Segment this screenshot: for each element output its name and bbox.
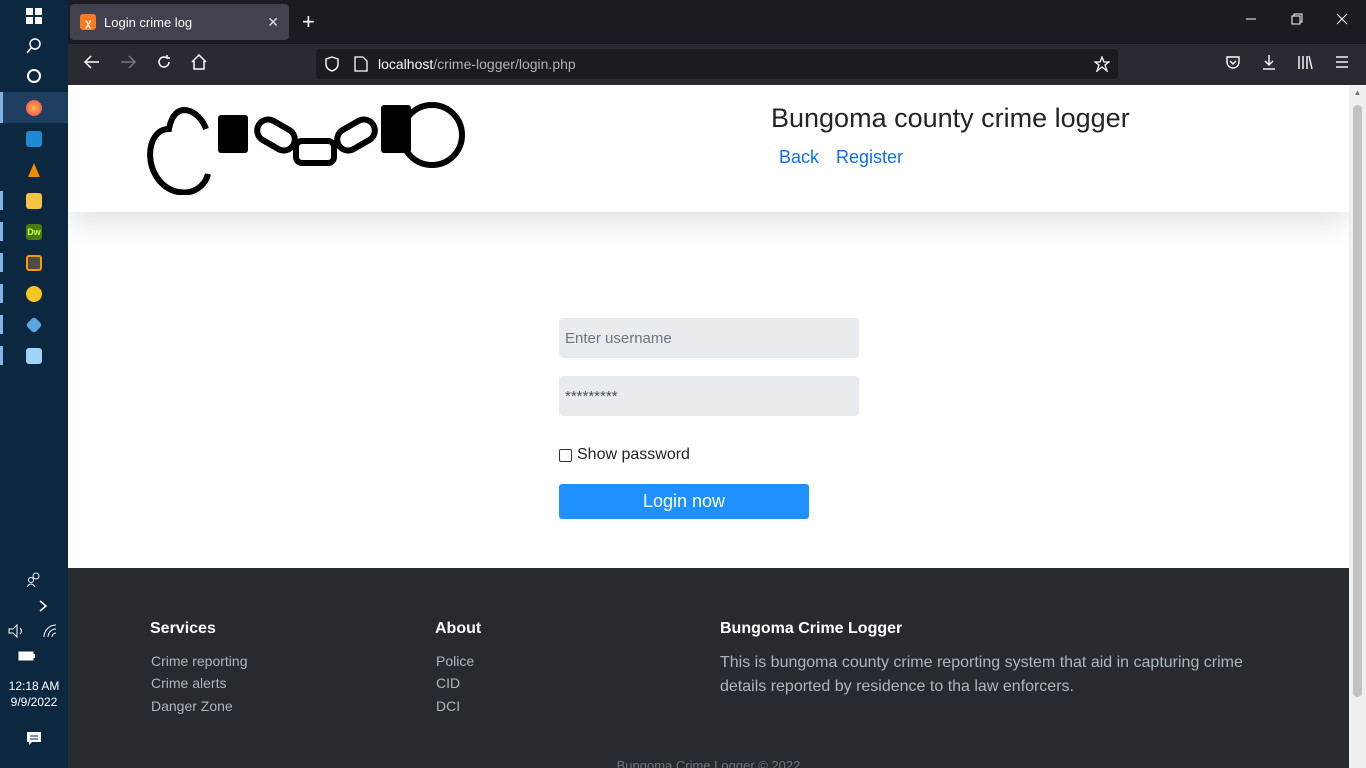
- navigation-toolbar: localhost/crime-logger/login.php: [68, 44, 1366, 85]
- tab-title: Login crime log: [104, 14, 193, 30]
- home-icon: [191, 53, 207, 70]
- clock-date: 9/9/2022: [10, 695, 58, 709]
- footer-link-dci[interactable]: DCI: [436, 698, 460, 714]
- arrow-left-icon: [83, 55, 99, 69]
- taskbar-firefox[interactable]: [0, 92, 68, 123]
- taskbar-vlc[interactable]: [0, 154, 68, 185]
- pocket-button[interactable]: [1225, 54, 1241, 75]
- windows-logo-icon: [26, 7, 42, 24]
- show-password-toggle[interactable]: Show password: [559, 446, 690, 464]
- home-button[interactable]: [191, 53, 207, 75]
- taskbar-sublime[interactable]: [0, 247, 68, 278]
- tab-close-icon[interactable]: ✕: [267, 14, 279, 31]
- scrollbar-thumb[interactable]: [1353, 105, 1362, 697]
- downloads-button[interactable]: [1261, 54, 1277, 75]
- footer-about-heading: About: [435, 620, 482, 637]
- vlc-icon: [28, 162, 40, 177]
- back-button[interactable]: [83, 54, 101, 75]
- close-icon: [1336, 13, 1348, 25]
- taskbar-dreamweaver[interactable]: Dw: [0, 216, 68, 247]
- arrow-right-icon: [121, 55, 137, 69]
- login-button[interactable]: Login now: [559, 484, 809, 519]
- menu-button[interactable]: [1334, 54, 1350, 75]
- taskbar-notepad[interactable]: [0, 340, 68, 371]
- tab-login-crime-log[interactable]: ꭓ Login crime log ✕: [70, 4, 289, 40]
- footer-link-danger-zone[interactable]: Danger Zone: [151, 698, 233, 714]
- people-icon: [26, 572, 40, 587]
- footer-link-crime-reporting[interactable]: Crime reporting: [151, 653, 247, 669]
- username-input[interactable]: [559, 318, 859, 358]
- windows-taskbar: Dw 12:18 AM 9/9/2022: [0, 0, 68, 768]
- login-form: Show password Login now: [559, 318, 859, 519]
- footer-link-crime-alerts[interactable]: Crime alerts: [151, 675, 226, 691]
- page-viewport: Bungoma county crime logger Back Registe…: [68, 85, 1349, 768]
- clock-time: 12:18 AM: [8, 679, 60, 693]
- scroll-up-arrow-icon[interactable]: ▲: [1352, 88, 1363, 97]
- footer-services-heading: Services: [150, 620, 216, 637]
- search-icon: [26, 37, 41, 53]
- action-center-button[interactable]: [0, 723, 68, 754]
- wifi-icon: [43, 624, 57, 637]
- hamburger-menu-icon: [1336, 56, 1348, 68]
- sublime-icon: [26, 254, 42, 271]
- pocket-icon: [1226, 56, 1240, 69]
- taskbar-paint[interactable]: [0, 278, 68, 309]
- forward-button[interactable]: [119, 54, 137, 75]
- taskbar-git[interactable]: [0, 309, 68, 340]
- footer-link-cid[interactable]: CID: [436, 675, 460, 691]
- url-path: /crime-logger/login.php: [433, 56, 576, 72]
- dreamweaver-icon: Dw: [26, 223, 42, 240]
- chevron-right-icon: [39, 599, 47, 612]
- password-input[interactable]: [559, 376, 859, 416]
- start-button[interactable]: [0, 0, 68, 31]
- site-title: Bungoma county crime logger: [771, 103, 1130, 133]
- volume-icon: [8, 623, 22, 638]
- bookmark-star-icon[interactable]: [1094, 56, 1110, 72]
- firefox-icon: [26, 99, 42, 116]
- site-footer: Services Crime reporting Crime alerts Da…: [68, 568, 1349, 768]
- show-password-label: Show password: [577, 446, 690, 463]
- footer-link-police[interactable]: Police: [436, 653, 474, 669]
- show-password-checkbox[interactable]: [559, 448, 572, 462]
- library-button[interactable]: [1297, 54, 1313, 75]
- cortana-button[interactable]: [0, 60, 68, 91]
- tab-strip: ꭓ Login crime log ✕ +: [68, 0, 1366, 44]
- git-icon: [25, 316, 43, 333]
- page-scrollbar[interactable]: ▲: [1349, 85, 1366, 768]
- taskbar-vscode[interactable]: [0, 123, 68, 154]
- page-icon: [354, 56, 368, 72]
- xampp-favicon-icon: ꭓ: [80, 14, 96, 30]
- download-icon: [1263, 55, 1275, 70]
- cortana-icon: [27, 68, 41, 83]
- system-clock[interactable]: 12:18 AM 9/9/2022: [0, 678, 68, 710]
- folder-icon: [26, 192, 42, 209]
- minimize-icon: [1246, 18, 1256, 20]
- search-button[interactable]: [0, 30, 68, 61]
- register-link[interactable]: Register: [836, 147, 903, 168]
- footer-copyright: Bungoma Crime Logger © 2022: [616, 758, 801, 768]
- taskbar-explorer[interactable]: [0, 185, 68, 216]
- shield-icon: [325, 56, 339, 72]
- site-header: Bungoma county crime logger Back Registe…: [68, 85, 1349, 212]
- vscode-icon: [26, 130, 42, 147]
- reload-button[interactable]: [156, 54, 172, 75]
- close-window-button[interactable]: [1336, 12, 1348, 28]
- handcuffs-logo-icon: [147, 102, 465, 195]
- library-icon: [1298, 55, 1313, 70]
- new-tab-button[interactable]: +: [302, 10, 315, 34]
- url-host: localhost: [378, 56, 434, 72]
- battery-button[interactable]: [10, 640, 44, 671]
- notification-icon: [27, 731, 41, 745]
- footer-description: This is bungoma county crime reporting s…: [720, 654, 1243, 695]
- footer-brand-heading: Bungoma Crime Logger: [720, 620, 903, 637]
- restore-button[interactable]: [1291, 12, 1303, 28]
- paint-icon: [26, 285, 42, 302]
- restore-icon: [1291, 13, 1303, 25]
- minimize-button[interactable]: [1245, 12, 1257, 28]
- notepad-icon: [26, 347, 42, 364]
- battery-icon: [18, 651, 35, 660]
- reload-icon: [158, 55, 170, 68]
- back-link[interactable]: Back: [779, 147, 819, 168]
- url-bar[interactable]: localhost/crime-logger/login.php: [316, 49, 1118, 79]
